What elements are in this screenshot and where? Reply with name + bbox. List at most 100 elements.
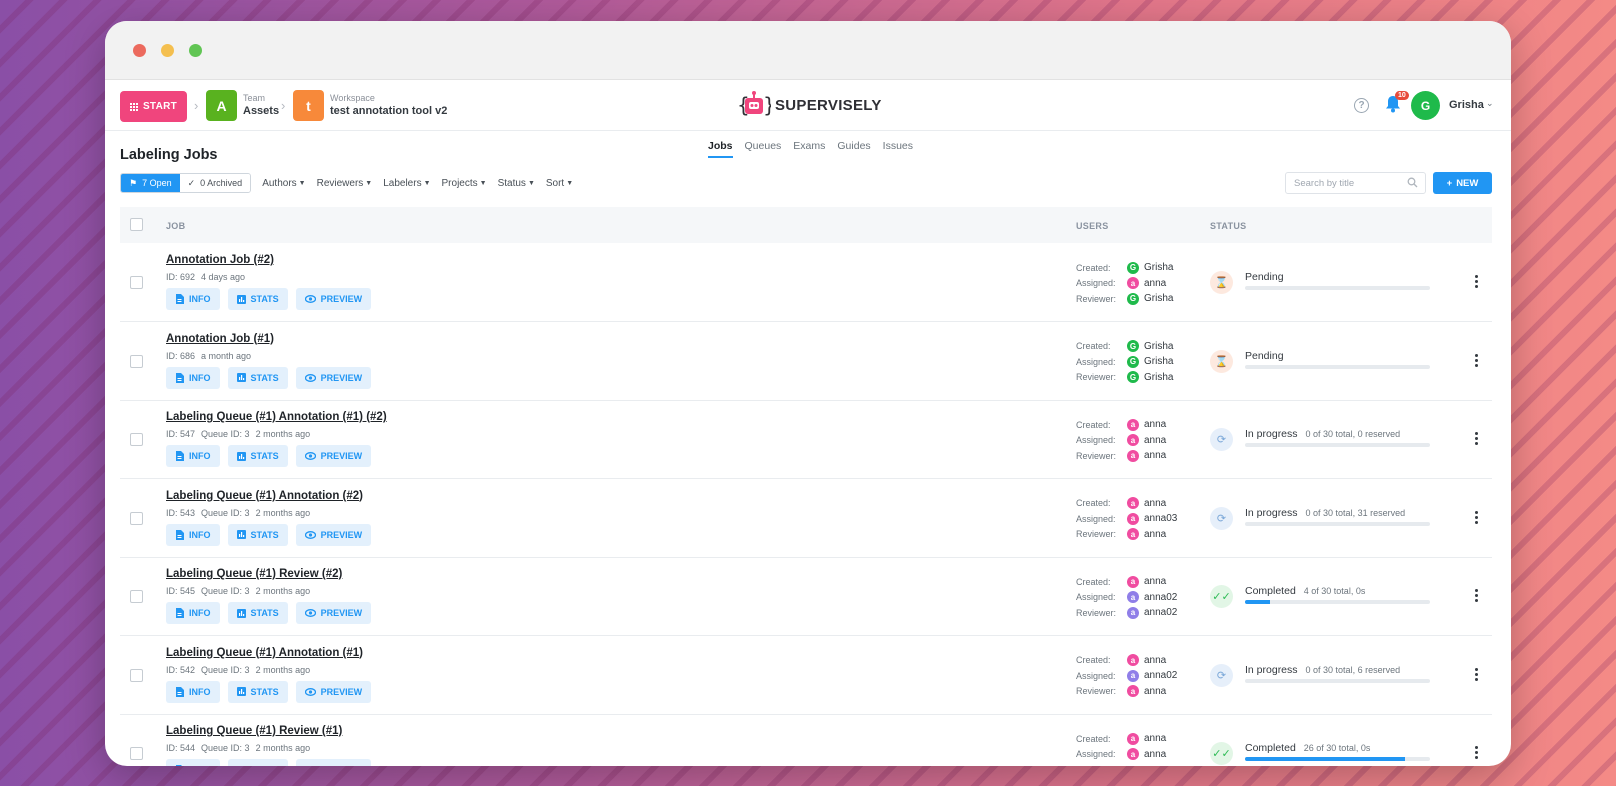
chevron-down-icon[interactable]: ⌄ — [1486, 98, 1494, 109]
progress-fill — [1245, 600, 1270, 604]
row-checkbox[interactable] — [130, 668, 143, 682]
user-avatar[interactable]: G — [1411, 91, 1440, 120]
user-created-name[interactable]: anna — [1144, 419, 1166, 430]
preview-button[interactable]: PREVIEW — [295, 523, 372, 546]
row-checkbox[interactable] — [130, 590, 143, 603]
job-title-link[interactable]: Labeling Queue (#1) Review (#1) — [166, 725, 342, 737]
user-reviewer-line: Reviewer: a anna02 — [1076, 605, 1177, 621]
breadcrumb-workspace[interactable]: t Workspace test annotation tool v2 — [293, 90, 447, 121]
preview-button[interactable]: PREVIEW — [295, 288, 372, 310]
user-created-name[interactable]: anna — [1144, 498, 1166, 509]
filter-sort[interactable]: Sort ▼ — [546, 178, 573, 189]
user-assigned-name[interactable]: Grisha — [1144, 356, 1173, 367]
stats-button[interactable]: STATS — [227, 523, 288, 546]
stats-button[interactable]: STATS — [227, 445, 288, 467]
maximize-window-button[interactable] — [189, 44, 202, 57]
stats-button[interactable]: STATS — [227, 759, 288, 766]
new-job-button[interactable]: + NEW — [1433, 172, 1492, 194]
stats-label: STATS — [250, 294, 279, 304]
job-actions: INFO STATS PREVIEW — [166, 366, 372, 389]
preview-button[interactable]: PREVIEW — [295, 759, 372, 766]
more-options-icon[interactable] — [1475, 588, 1478, 603]
stats-button[interactable]: STATS — [227, 602, 288, 624]
row-checkbox[interactable] — [130, 511, 143, 525]
info-button[interactable]: INFO — [166, 680, 220, 703]
user-assigned-name[interactable]: anna — [1144, 749, 1166, 760]
info-button[interactable]: INFO — [166, 288, 220, 310]
select-all-checkbox[interactable] — [130, 218, 143, 231]
more-options-icon[interactable] — [1475, 431, 1478, 446]
status-label: In progress — [1245, 506, 1298, 519]
row-checkbox[interactable] — [130, 747, 143, 760]
more-options-icon[interactable] — [1475, 353, 1478, 368]
info-button[interactable]: INFO — [166, 366, 220, 389]
preview-button[interactable]: PREVIEW — [295, 602, 372, 624]
user-assigned-name[interactable]: anna02 — [1144, 670, 1177, 681]
job-title-link[interactable]: Annotation Job (#1) — [166, 333, 274, 345]
search-input[interactable]: Search by title — [1285, 172, 1426, 194]
start-button[interactable]: START — [120, 91, 187, 122]
preview-button[interactable]: PREVIEW — [295, 366, 372, 389]
filter-status[interactable]: Status ▼ — [498, 178, 535, 189]
tab-queues[interactable]: Queues — [745, 140, 782, 158]
open-filter-button[interactable]: ⚑ 7 Open — [121, 174, 180, 192]
more-options-icon[interactable] — [1475, 510, 1478, 525]
tab-exams[interactable]: Exams — [793, 140, 825, 158]
status-text: Completed 4 of 30 total, 0s — [1245, 585, 1365, 597]
stats-button[interactable]: STATS — [227, 288, 288, 310]
user-name[interactable]: Grisha — [1449, 99, 1484, 111]
job-title-link[interactable]: Labeling Queue (#1) Annotation (#1) (#2) — [166, 411, 387, 423]
tab-guides[interactable]: Guides — [837, 140, 870, 158]
user-assigned-name[interactable]: anna03 — [1144, 513, 1177, 524]
stats-button[interactable]: STATS — [227, 680, 288, 703]
row-checkbox[interactable] — [130, 276, 143, 289]
tab-jobs[interactable]: Jobs — [708, 140, 733, 158]
user-created-name[interactable]: anna — [1144, 576, 1166, 587]
job-actions: INFO STATS PREVIEW — [166, 288, 372, 310]
archived-filter-button[interactable]: ✓ 0 Archived — [179, 174, 251, 192]
filter-reviewers[interactable]: Reviewers ▼ — [317, 178, 373, 189]
row-checkbox[interactable] — [130, 433, 143, 446]
user-reviewer-label: Reviewer: — [1076, 529, 1117, 540]
user-assigned-name[interactable]: anna02 — [1144, 592, 1177, 603]
more-options-icon[interactable] — [1475, 745, 1478, 760]
info-button[interactable]: INFO — [166, 445, 220, 467]
breadcrumb-team[interactable]: A Team Assets — [206, 90, 279, 121]
user-reviewer-name[interactable]: anna — [1144, 450, 1166, 461]
job-title-link[interactable]: Annotation Job (#2) — [166, 254, 274, 266]
user-reviewer-name[interactable]: Grisha — [1144, 372, 1173, 383]
stats-button[interactable]: STATS — [227, 366, 288, 389]
user-assigned-name[interactable]: anna — [1144, 435, 1166, 446]
user-reviewer-name[interactable]: anna — [1144, 529, 1166, 540]
user-avatar: a — [1127, 606, 1139, 619]
user-reviewer-name[interactable]: anna02 — [1144, 607, 1177, 618]
job-title-link[interactable]: Labeling Queue (#1) Annotation (#1) — [166, 647, 363, 659]
filter-labelers[interactable]: Labelers ▼ — [383, 178, 430, 189]
filter-authors[interactable]: Authors ▼ — [262, 178, 305, 189]
minimize-window-button[interactable] — [161, 44, 174, 57]
user-created-name[interactable]: anna — [1144, 655, 1166, 666]
preview-button[interactable]: PREVIEW — [295, 445, 372, 467]
user-assigned-name[interactable]: anna — [1144, 278, 1166, 289]
user-created-name[interactable]: Grisha — [1144, 262, 1173, 273]
filter-projects[interactable]: Projects ▼ — [442, 178, 487, 189]
info-button[interactable]: INFO — [166, 602, 220, 624]
more-options-icon[interactable] — [1475, 274, 1478, 289]
job-title-link[interactable]: Labeling Queue (#1) Review (#2) — [166, 568, 342, 580]
help-icon[interactable]: ? — [1354, 98, 1369, 113]
user-reviewer-name[interactable]: Grisha — [1144, 293, 1173, 304]
user-created-name[interactable]: Grisha — [1144, 341, 1173, 352]
supervisely-logo[interactable]: { } SUPERVISELY — [737, 90, 882, 120]
open-filter-label: 7 Open — [142, 178, 172, 188]
more-options-icon[interactable] — [1475, 667, 1478, 682]
user-created-name[interactable]: anna — [1144, 733, 1166, 744]
row-checkbox[interactable] — [130, 354, 143, 368]
close-window-button[interactable] — [133, 44, 146, 57]
info-button[interactable]: INFO — [166, 759, 220, 766]
job-title-link[interactable]: Labeling Queue (#1) Annotation (#2) — [166, 490, 363, 502]
user-reviewer-name[interactable]: anna — [1144, 686, 1166, 697]
tab-issues[interactable]: Issues — [883, 140, 913, 158]
info-button[interactable]: INFO — [166, 523, 220, 546]
preview-button[interactable]: PREVIEW — [295, 680, 372, 703]
status-pending-icon: ⌛ — [1210, 349, 1233, 373]
